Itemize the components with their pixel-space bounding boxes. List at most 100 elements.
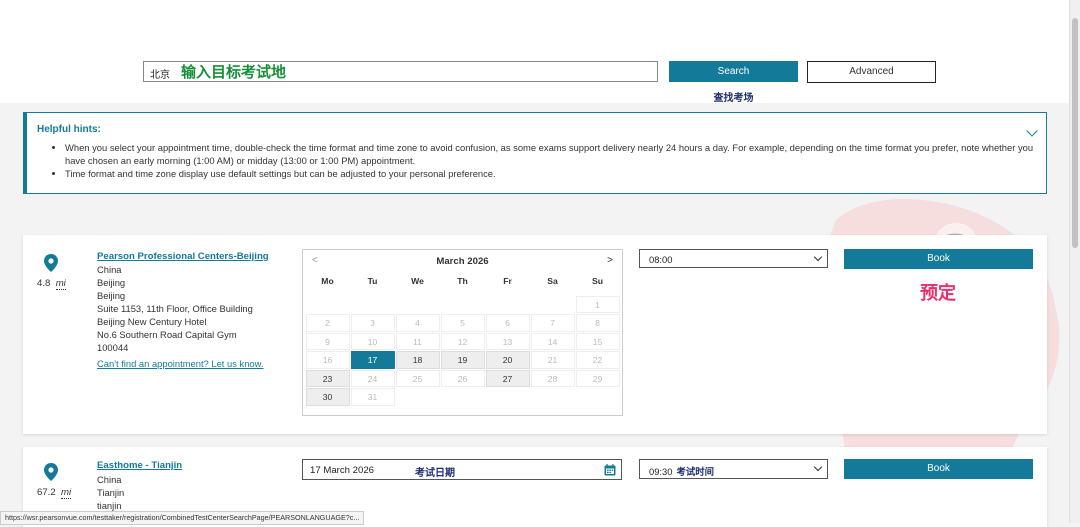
- address-line: Suite 1153, 11th Floor, Office Building: [97, 303, 253, 314]
- calendar-day-unavailable: 1: [575, 295, 620, 313]
- location-pin-icon: [44, 254, 58, 272]
- address-line: China: [97, 474, 122, 485]
- chevron-down-icon[interactable]: [1026, 125, 1038, 137]
- exam-date-value: 17 March 2026: [310, 465, 374, 476]
- calendar-day-unavailable: 11: [395, 332, 440, 350]
- calendar-header: < March 2026 >: [303, 250, 622, 272]
- hints-list: When you select your appointment time, d…: [49, 141, 1055, 180]
- weekday-label: Fr: [503, 276, 512, 286]
- exam-date-annotation: 考试日期: [415, 468, 455, 479]
- distance-unit: mi: [55, 278, 66, 290]
- calendar-day-unavailable: 29: [575, 369, 620, 387]
- calendar-day-unavailable: 10: [350, 332, 395, 350]
- calendar-blank-cell: [486, 296, 530, 314]
- chevron-down-icon: [813, 252, 823, 262]
- calendar-month-title: March 2026: [436, 256, 489, 267]
- center-address: China Beijing Beijing Suite 1153, 11th F…: [97, 263, 253, 354]
- calendar-day-available[interactable]: 18: [395, 351, 440, 369]
- distance-value: 67.2: [37, 487, 56, 498]
- book-annotation: 预定: [920, 283, 956, 303]
- calendar-blank-cell: [396, 296, 440, 314]
- distance-value: 4.8: [37, 278, 51, 289]
- chevron-down-icon: [813, 462, 823, 472]
- calendar-day-unavailable: 3: [350, 314, 395, 332]
- hint-item: When you select your appointment time, d…: [65, 141, 1055, 167]
- time-select[interactable]: 09:30 考试时间: [639, 459, 828, 479]
- calendar-day-available[interactable]: 27: [485, 369, 530, 387]
- search-button-annotation: 查找考场: [713, 93, 754, 104]
- book-button[interactable]: Book: [844, 459, 1033, 479]
- time-select-value: 08:00: [649, 254, 673, 265]
- calendar-day-unavailable: 9: [305, 332, 350, 350]
- calendar-blank-cell: [351, 296, 395, 314]
- search-area: 北京 输入目标考试地 Search Advanced 查找考场: [0, 8, 1070, 104]
- calendar-day-available[interactable]: 23: [305, 369, 350, 387]
- book-button[interactable]: Book: [844, 249, 1033, 269]
- calendar-day-unavailable: 2: [305, 314, 350, 332]
- calendar-day-unavailable: 28: [530, 369, 575, 387]
- search-annotation: 输入目标考试地: [181, 64, 287, 81]
- calendar-weekday-row: Mo Tu We Th Fr Sa Su: [305, 276, 620, 286]
- time-annotation: 考试时间: [676, 466, 714, 477]
- helpful-hints-panel: Helpful hints: When you select your appo…: [23, 112, 1047, 194]
- calendar-day-unavailable: 4: [395, 314, 440, 332]
- calendar-day-unavailable: 26: [440, 369, 485, 387]
- distance: 67.2 mi: [37, 487, 72, 499]
- address-line: 100044: [97, 342, 129, 353]
- address-line: Beijing New Century Hotel: [97, 316, 207, 327]
- weekday-label: Tu: [367, 276, 378, 286]
- search-button[interactable]: Search: [669, 61, 798, 82]
- calendar-day-unavailable: 22: [575, 351, 620, 369]
- exam-date-input[interactable]: 17 March 2026 考试日期: [302, 459, 622, 480]
- calendar-day-unavailable: 25: [395, 369, 440, 387]
- calendar-blank-cell: [306, 296, 350, 314]
- center-name-link[interactable]: Pearson Professional Centers-Beijing: [97, 251, 269, 262]
- calendar-day-unavailable: 13: [485, 332, 530, 350]
- weekday-label: We: [411, 276, 424, 286]
- calendar-blank-cell: [441, 296, 485, 314]
- weekday-label: Su: [592, 276, 603, 286]
- search-input[interactable]: 北京 输入目标考试地: [143, 61, 658, 82]
- center-name-link[interactable]: Easthome - Tianjin: [97, 460, 182, 471]
- calendar-day-unavailable: 24: [350, 369, 395, 387]
- address-line: No.6 Southern Road Capital Gym: [97, 329, 237, 340]
- weekday-label: Mo: [321, 276, 334, 286]
- calendar-day-grid: 1 2 3 4 5 6 7 8 9 10 11 12 13 14 15 16 17 18 19 20 21 22 23 24 2…: [305, 295, 620, 406]
- calendar-day-selected[interactable]: 17: [350, 351, 395, 369]
- test-center-card: 4.8 mi Pearson Professional Centers-Beij…: [23, 235, 1047, 434]
- time-select[interactable]: 08:00: [639, 249, 828, 268]
- advanced-button[interactable]: Advanced: [807, 61, 936, 83]
- hints-title: Helpful hints:: [37, 124, 101, 135]
- appointment-calendar: < March 2026 > Mo Tu We Th Fr Sa Su 1234567891…: [302, 249, 623, 416]
- calendar-blank-cell: [531, 296, 575, 314]
- distance: 4.8 mi: [37, 278, 66, 290]
- calendar-day-unavailable: 21: [530, 351, 575, 369]
- calendar-icon[interactable]: [604, 464, 616, 476]
- calendar-day-available[interactable]: 20: [485, 351, 530, 369]
- calendar-day-unavailable: 6: [485, 314, 530, 332]
- time-select-value: 09:30 考试时间: [649, 464, 714, 478]
- calendar-day-available[interactable]: 30: [305, 388, 350, 406]
- calendar-day-available[interactable]: 19: [440, 351, 485, 369]
- calendar-day-unavailable: 15: [575, 332, 620, 350]
- calendar-day-unavailable: 12: [440, 332, 485, 350]
- cant-find-appointment-link[interactable]: Can't find an appointment? Let us know.: [97, 358, 263, 369]
- address-line: Tianjin: [97, 487, 125, 498]
- page-scrollbar[interactable]: [1069, 0, 1080, 523]
- center-address: China Tianjin tianjin: [97, 473, 124, 512]
- address-line: Beijing: [97, 277, 126, 288]
- weekday-label: Th: [457, 276, 468, 286]
- calendar-day-unavailable: 14: [530, 332, 575, 350]
- calendar-day-unavailable: 8: [575, 314, 620, 332]
- address-line: Beijing: [97, 290, 126, 301]
- calendar-day-unavailable: 16: [305, 351, 350, 369]
- calendar-day-unavailable: 7: [530, 314, 575, 332]
- calendar-day-unavailable: 31: [350, 388, 395, 406]
- hint-item: Time format and time zone display use de…: [65, 167, 1055, 180]
- calendar-next-button[interactable]: >: [607, 255, 613, 266]
- search-input-value: 北京: [150, 70, 170, 81]
- calendar-day-unavailable: 5: [440, 314, 485, 332]
- weekday-label: Sa: [547, 276, 558, 286]
- scrollbar-thumb[interactable]: [1072, 18, 1078, 248]
- time-value: 09:30: [649, 466, 673, 477]
